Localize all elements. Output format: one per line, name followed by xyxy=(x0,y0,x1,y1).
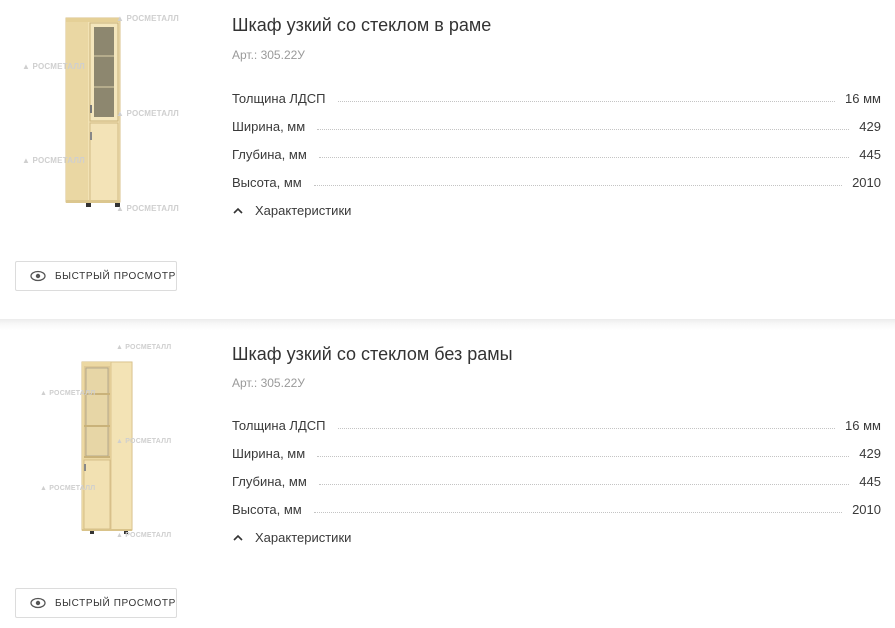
product-title[interactable]: Шкаф узкий со стеклом в раме xyxy=(232,15,491,36)
spec-row: Толщина ЛДСП 16 мм xyxy=(232,408,881,436)
spec-value: 2010 xyxy=(852,502,881,517)
leader-dots xyxy=(313,512,843,513)
eye-icon xyxy=(30,597,46,609)
spec-label: Высота, мм xyxy=(232,502,302,517)
chevron-up-icon xyxy=(233,207,243,214)
characteristics-toggle-label: Характеристики xyxy=(255,203,352,218)
spec-label: Глубина, мм xyxy=(232,474,307,489)
characteristics-toggle[interactable]: Характеристики xyxy=(232,203,351,218)
spec-row: Ширина, мм 429 xyxy=(232,109,881,137)
product-title[interactable]: Шкаф узкий со стеклом без рамы xyxy=(232,344,513,365)
spec-label: Ширина, мм xyxy=(232,119,306,134)
spec-label: Глубина, мм xyxy=(232,147,307,162)
quick-view-label: БЫСТРЫЙ ПРОСМОТР xyxy=(55,270,176,282)
watermark-logo: ▲ РОСМЕТАЛЛ xyxy=(40,485,96,492)
card-divider xyxy=(0,319,895,330)
product-article: Арт.: 305.22У xyxy=(232,48,305,62)
watermark-logo: ▲ РОСМЕТАЛЛ xyxy=(116,344,172,351)
product-image[interactable]: ▲ РОСМЕТАЛЛ ▲ РОСМЕТАЛЛ ▲ РОСМЕТАЛЛ ▲ РО… xyxy=(20,8,190,238)
spec-value: 445 xyxy=(859,147,881,162)
spec-row: Глубина, мм 445 xyxy=(232,464,881,492)
spec-value: 2010 xyxy=(852,175,881,190)
spec-value: 16 мм xyxy=(845,418,881,433)
watermark-logo: ▲ РОСМЕТАЛЛ xyxy=(116,204,179,213)
product-card: ▲ РОСМЕТАЛЛ ▲ РОСМЕТАЛЛ ▲ РОСМЕТАЛЛ ▲ РО… xyxy=(0,0,895,319)
spec-label: Высота, мм xyxy=(232,175,302,190)
spec-label: Толщина ЛДСП xyxy=(232,418,326,433)
chevron-up-icon xyxy=(233,534,243,541)
spec-row: Высота, мм 2010 xyxy=(232,165,881,193)
watermark-logo: ▲ РОСМЕТАЛЛ xyxy=(22,62,85,71)
spec-row: Ширина, мм 429 xyxy=(232,436,881,464)
quick-view-button[interactable]: БЫСТРЫЙ ПРОСМОТР xyxy=(15,261,177,291)
watermark-logo: ▲ РОСМЕТАЛЛ xyxy=(116,532,172,539)
leader-dots xyxy=(337,428,836,429)
watermark-logo: ▲ РОСМЕТАЛЛ xyxy=(40,390,96,397)
watermark-logo: ▲ РОСМЕТАЛЛ xyxy=(22,156,85,165)
spec-value: 445 xyxy=(859,474,881,489)
leader-dots xyxy=(317,456,850,457)
spec-value: 429 xyxy=(859,119,881,134)
characteristics-toggle-label: Характеристики xyxy=(255,530,352,545)
quick-view-button[interactable]: БЫСТРЫЙ ПРОСМОТР xyxy=(15,588,177,618)
eye-icon xyxy=(30,270,46,282)
spec-row: Толщина ЛДСП 16 мм xyxy=(232,81,881,109)
spec-label: Толщина ЛДСП xyxy=(232,91,326,106)
watermark-logo: ▲ РОСМЕТАЛЛ xyxy=(116,14,179,23)
spec-row: Глубина, мм 445 xyxy=(232,137,881,165)
product-card: ▲ РОСМЕТАЛЛ ▲ РОСМЕТАЛЛ ▲ РОСМЕТАЛЛ ▲ РО… xyxy=(0,330,895,628)
spec-row: Высота, мм 2010 xyxy=(232,492,881,520)
spec-list: Толщина ЛДСП 16 мм Ширина, мм 429 Глубин… xyxy=(232,81,881,193)
characteristics-toggle[interactable]: Характеристики xyxy=(232,530,351,545)
leader-dots xyxy=(313,185,843,186)
leader-dots xyxy=(318,484,850,485)
quick-view-label: БЫСТРЫЙ ПРОСМОТР xyxy=(55,597,176,609)
product-image[interactable]: ▲ РОСМЕТАЛЛ ▲ РОСМЕТАЛЛ ▲ РОСМЕТАЛЛ ▲ РО… xyxy=(20,340,190,570)
product-article: Арт.: 305.22У xyxy=(232,376,305,390)
leader-dots xyxy=(317,129,850,130)
leader-dots xyxy=(318,157,850,158)
spec-value: 16 мм xyxy=(845,91,881,106)
leader-dots xyxy=(337,101,836,102)
watermark-logo: ▲ РОСМЕТАЛЛ xyxy=(116,109,179,118)
spec-value: 429 xyxy=(859,446,881,461)
watermark-logo: ▲ РОСМЕТАЛЛ xyxy=(116,438,172,445)
spec-label: Ширина, мм xyxy=(232,446,306,461)
spec-list: Толщина ЛДСП 16 мм Ширина, мм 429 Глубин… xyxy=(232,408,881,520)
